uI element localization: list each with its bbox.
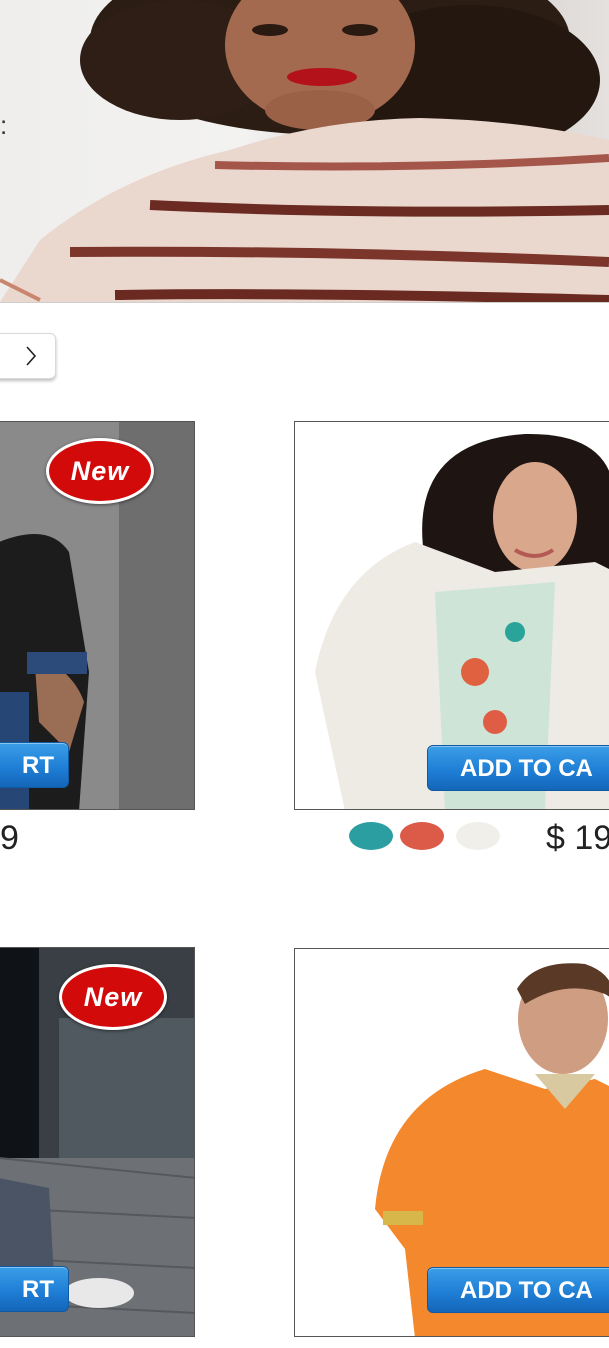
color-swatch-coral[interactable] — [400, 822, 444, 850]
add-to-cart-button[interactable]: RT — [0, 1266, 69, 1312]
add-to-cart-button[interactable]: RT — [0, 742, 69, 788]
chevron-right-icon — [26, 346, 37, 366]
next-button[interactable] — [0, 333, 56, 379]
product-card[interactable]: New RT — [0, 947, 195, 1337]
hero-text-fragment: : — [0, 110, 8, 140]
product-card[interactable]: ADD TO CA — [294, 421, 609, 810]
add-to-cart-button[interactable]: ADD TO CA — [427, 1267, 609, 1313]
color-swatch-white[interactable] — [456, 822, 500, 850]
add-to-cart-button[interactable]: ADD TO CA — [427, 745, 609, 791]
color-swatch-teal[interactable] — [349, 822, 393, 850]
product-card[interactable]: ADD TO CA — [294, 948, 609, 1337]
new-badge: New — [46, 438, 154, 504]
new-badge: New — [59, 964, 167, 1030]
product-price: 9 — [0, 819, 19, 857]
hero-photo — [0, 0, 609, 302]
product-price: $ 19 — [546, 819, 609, 857]
product-card[interactable]: New RT — [0, 421, 195, 810]
hero-banner: : — [0, 0, 609, 303]
